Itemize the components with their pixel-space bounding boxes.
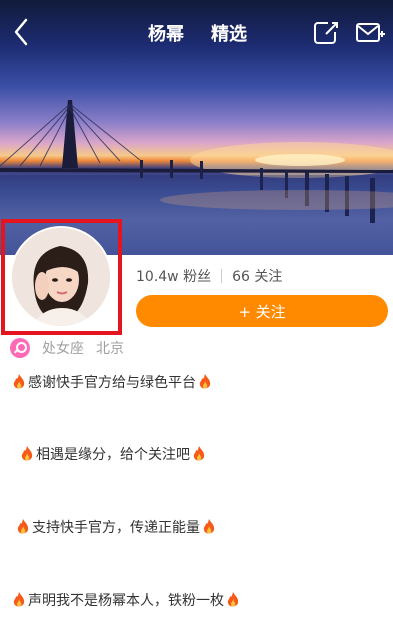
city-tag: 北京 — [96, 341, 124, 357]
fire-icon — [227, 592, 239, 607]
stats-divider — [221, 269, 223, 283]
bio-text: 声明我不是杨幂本人，铁粉一枚 — [28, 593, 224, 609]
mail-icon[interactable] — [355, 18, 385, 46]
tab-name[interactable]: 杨幂 — [148, 20, 184, 46]
fire-icon — [21, 446, 33, 461]
back-arrow-icon[interactable] — [8, 14, 36, 50]
bio-line: 支持快手官方，传递正能量 — [16, 517, 216, 537]
follow-button[interactable]: + 关注 — [136, 295, 388, 327]
fans-count[interactable]: 10.4w 粉丝 — [136, 266, 211, 286]
fire-icon — [13, 592, 25, 607]
zodiac-tag: 处女座 — [42, 341, 84, 357]
profile-stats: 10.4w 粉丝 66 关注 — [136, 266, 282, 286]
bio-text: 相遇是缘分，给个关注吧 — [36, 447, 190, 463]
bio-line: 感谢快手官方给与绿色平台 — [12, 372, 212, 392]
fire-icon — [13, 374, 25, 389]
fire-icon — [193, 446, 205, 461]
bio-text: 感谢快手官方给与绿色平台 — [28, 375, 196, 391]
avatar-highlight-box — [1, 219, 122, 335]
fire-icon — [17, 519, 29, 534]
following-count[interactable]: 66 关注 — [232, 266, 282, 286]
top-bar: 杨幂 精选 — [0, 0, 393, 62]
share-icon[interactable] — [312, 18, 340, 46]
zodiac-icon — [10, 338, 30, 358]
tab-featured[interactable]: 精选 — [211, 20, 247, 46]
bio-text: 支持快手官方，传递正能量 — [32, 520, 200, 536]
fire-icon — [199, 374, 211, 389]
fire-icon — [203, 519, 215, 534]
bio-line: 相遇是缘分，给个关注吧 — [20, 444, 206, 464]
bio-line: 声明我不是杨幂本人，铁粉一枚 — [12, 590, 240, 610]
profile-tags: 处女座 北京 — [10, 338, 124, 358]
